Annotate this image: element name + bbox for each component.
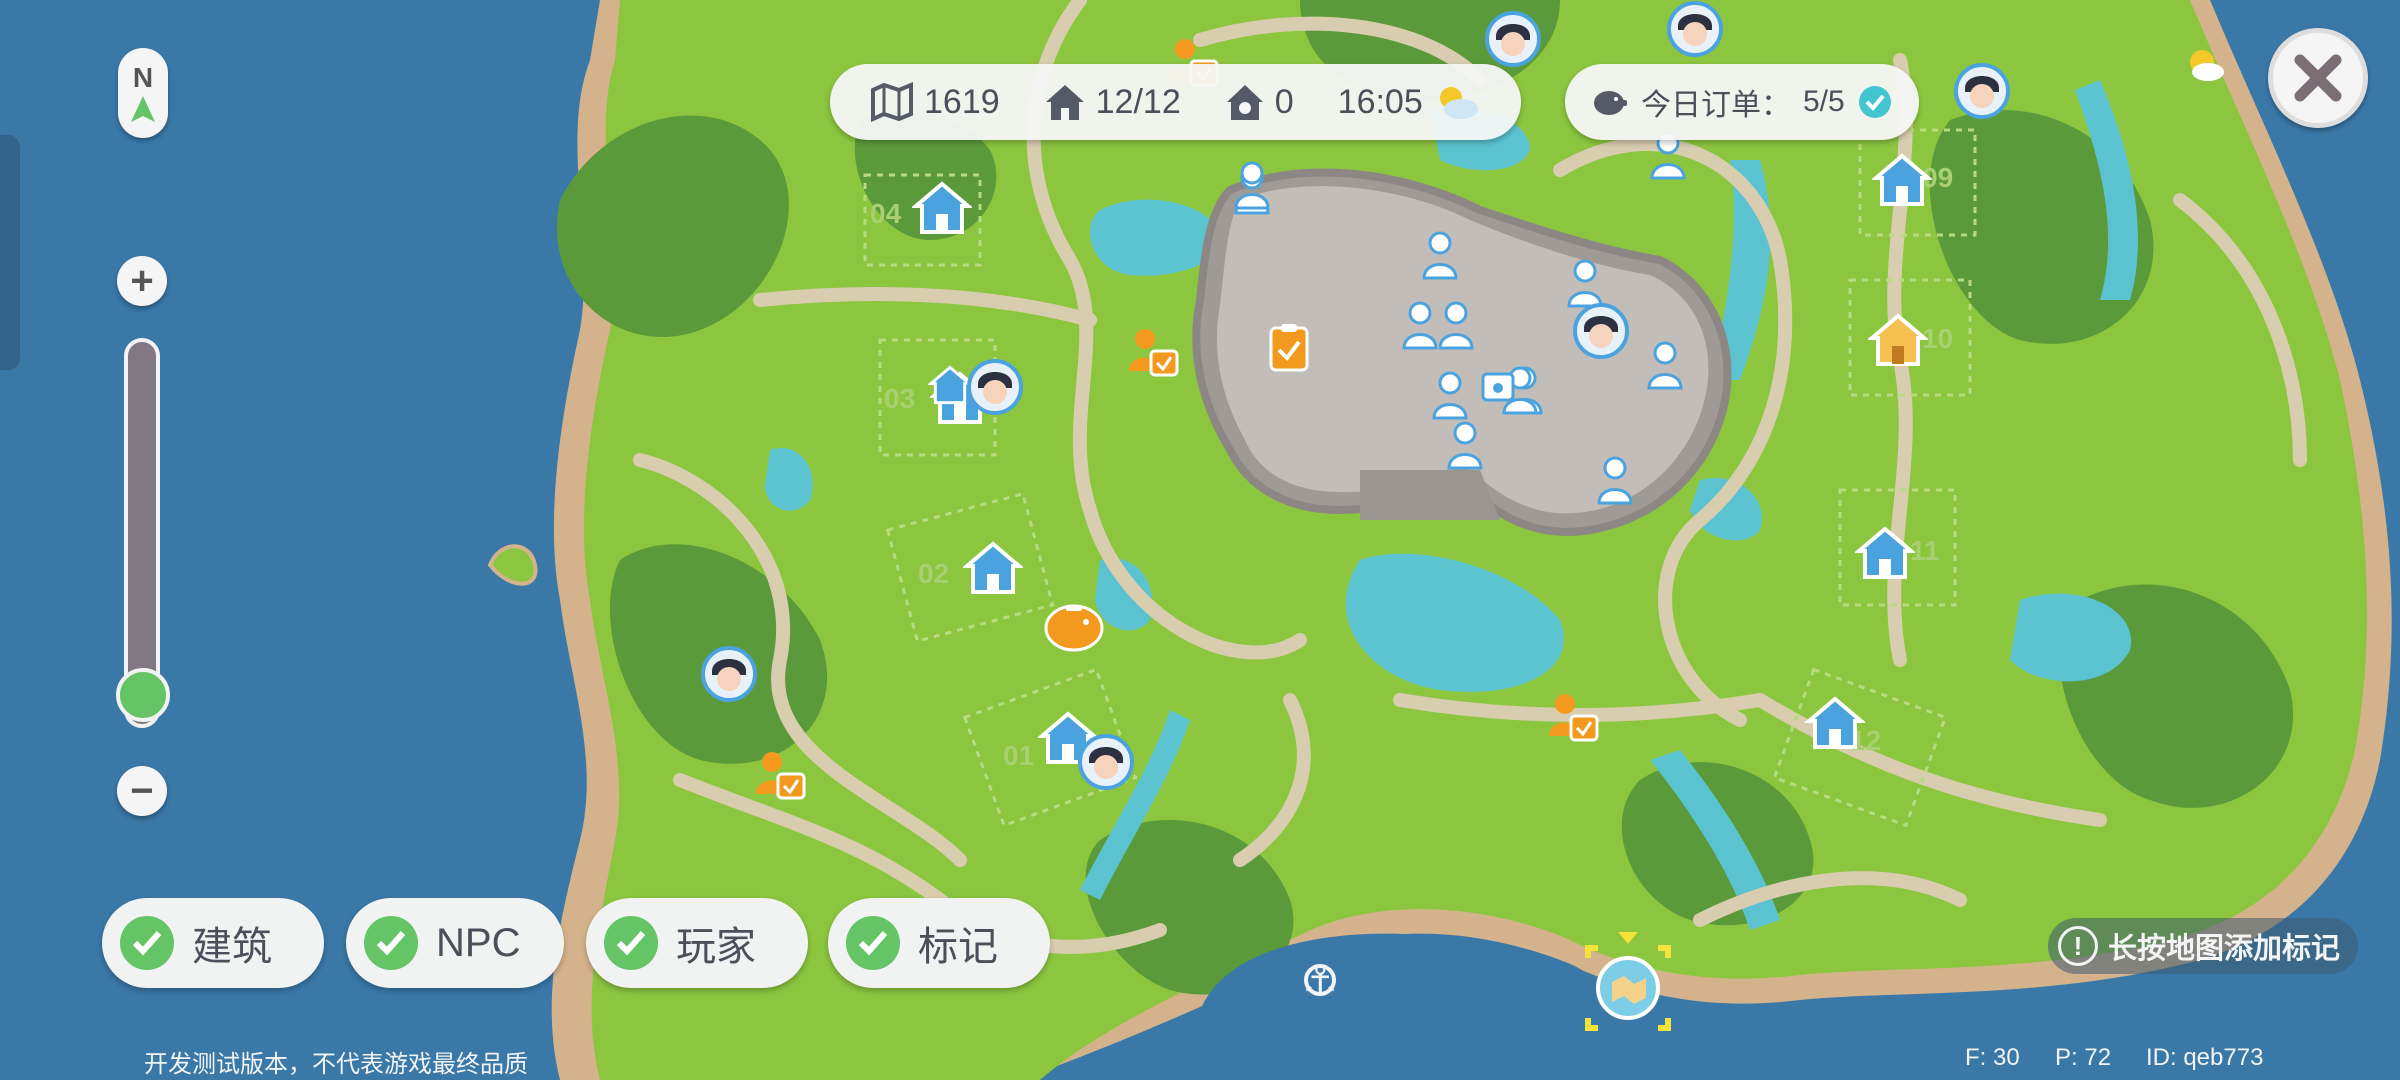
npc-icon[interactable] [1445, 420, 1485, 470]
game-time: 16:05 [1338, 82, 1481, 122]
pet-count-value: 0 [1274, 82, 1294, 121]
player-id: ID: qeb773 [2146, 1044, 2264, 1071]
npc-icon[interactable] [1565, 258, 1605, 308]
player-avatar[interactable] [1666, 0, 1724, 58]
filter-npc[interactable]: NPC [346, 898, 564, 988]
close-button[interactable] [2268, 28, 2368, 128]
npc-icon[interactable] [1430, 370, 1470, 420]
house-count-value: 12/12 [1095, 82, 1181, 121]
filter-buildings[interactable]: 建筑 [102, 898, 324, 988]
npc-icon[interactable] [1400, 300, 1440, 350]
shop-icon[interactable] [1480, 368, 1516, 404]
player-avatar[interactable] [1077, 733, 1135, 791]
player-avatar[interactable] [700, 645, 758, 703]
filter-npc-label: NPC [436, 920, 521, 965]
player-avatar[interactable] [1484, 10, 1542, 68]
quest-npc-icon[interactable] [1545, 690, 1601, 746]
dev-build-disclaimer: 开发测试版本，不代表游戏最终品质 [144, 1051, 528, 1078]
current-location-marker[interactable] [1578, 928, 1678, 1048]
daily-orders[interactable]: 今日订单： 5/5 [1565, 64, 1919, 140]
piggy-bank-icon[interactable] [1040, 598, 1108, 654]
compass-north-label: N [132, 62, 154, 93]
npc-icon[interactable] [1595, 455, 1635, 505]
zoom-slider-handle[interactable] [116, 668, 170, 722]
pet-house-icon [1226, 85, 1263, 120]
filter-markers[interactable]: 标记 [828, 898, 1050, 988]
lot-number-02: 02 [918, 558, 950, 589]
house-icon [1045, 85, 1084, 120]
npc-icon[interactable] [1420, 230, 1460, 280]
house-icon[interactable] [1855, 525, 1915, 581]
partly-cloudy-icon [1439, 87, 1478, 119]
house-icon[interactable] [1805, 695, 1865, 751]
fps-readout: F: 30 [1965, 1044, 2020, 1071]
filter-buildings-label: 建筑 [192, 925, 272, 969]
check-icon [364, 916, 418, 970]
anchor-icon[interactable]: ⚓ [1302, 958, 1338, 1004]
check-icon [846, 916, 900, 970]
house-icon[interactable] [912, 180, 972, 236]
map-count-value: 1619 [924, 82, 1000, 121]
time-value: 16:05 [1337, 82, 1423, 121]
add-marker-tip: ! 长按地图添加标记 [2048, 918, 2359, 974]
task-board-icon[interactable] [1265, 322, 1313, 374]
compass[interactable]: N [118, 48, 168, 138]
status-bar: 1619 12/12 0 16:05 [830, 64, 1521, 140]
check-icon [120, 916, 174, 970]
npc-icon[interactable] [1436, 300, 1476, 350]
check-icon [604, 916, 658, 970]
player-avatar[interactable] [1572, 302, 1630, 360]
lot-number-04: 04 [870, 198, 902, 229]
house-count: 12/12 [1044, 82, 1181, 122]
compass-arrow-icon [131, 96, 155, 122]
my-house-icon[interactable] [1868, 312, 1928, 368]
zoom-in-button[interactable]: + [117, 256, 167, 306]
filter-players-label: 玩家 [676, 925, 756, 969]
pet-count: 0 [1225, 82, 1294, 122]
house-icon[interactable] [1872, 152, 1932, 208]
npc-icon[interactable] [1645, 340, 1685, 390]
house-icon[interactable] [963, 540, 1023, 596]
daily-orders-count: 5/5 [1803, 85, 1845, 118]
filter-players[interactable]: 玩家 [586, 898, 808, 988]
weather-cloud-icon [2190, 50, 2224, 81]
close-icon [2294, 54, 2342, 102]
piggy-bank-icon [1594, 91, 1627, 115]
filter-markers-label: 标记 [918, 925, 998, 969]
quest-npc-icon[interactable] [752, 748, 808, 804]
side-drawer-tab[interactable] [0, 135, 20, 370]
lot-number-01: 01 [1003, 740, 1035, 771]
lot-number-03: 03 [884, 383, 916, 414]
zoom-out-button[interactable]: − [117, 766, 167, 816]
daily-orders-label: 今日订单： [1641, 89, 1791, 122]
player-avatar[interactable] [1953, 62, 2011, 120]
npc-icon[interactable] [1232, 160, 1272, 210]
ping-readout: P: 72 [2055, 1044, 2112, 1071]
quest-npc-icon[interactable] [1125, 325, 1181, 381]
map-icon [871, 82, 913, 122]
player-avatar[interactable] [966, 358, 1024, 416]
plus-icon: + [130, 259, 154, 303]
info-icon: ! [2058, 926, 2098, 966]
add-marker-tip-text: 长按地图添加标记 [2108, 933, 2341, 965]
minus-icon: − [130, 769, 154, 813]
check-circle-icon [1858, 86, 1891, 118]
map-count: 1619 [870, 82, 1000, 122]
